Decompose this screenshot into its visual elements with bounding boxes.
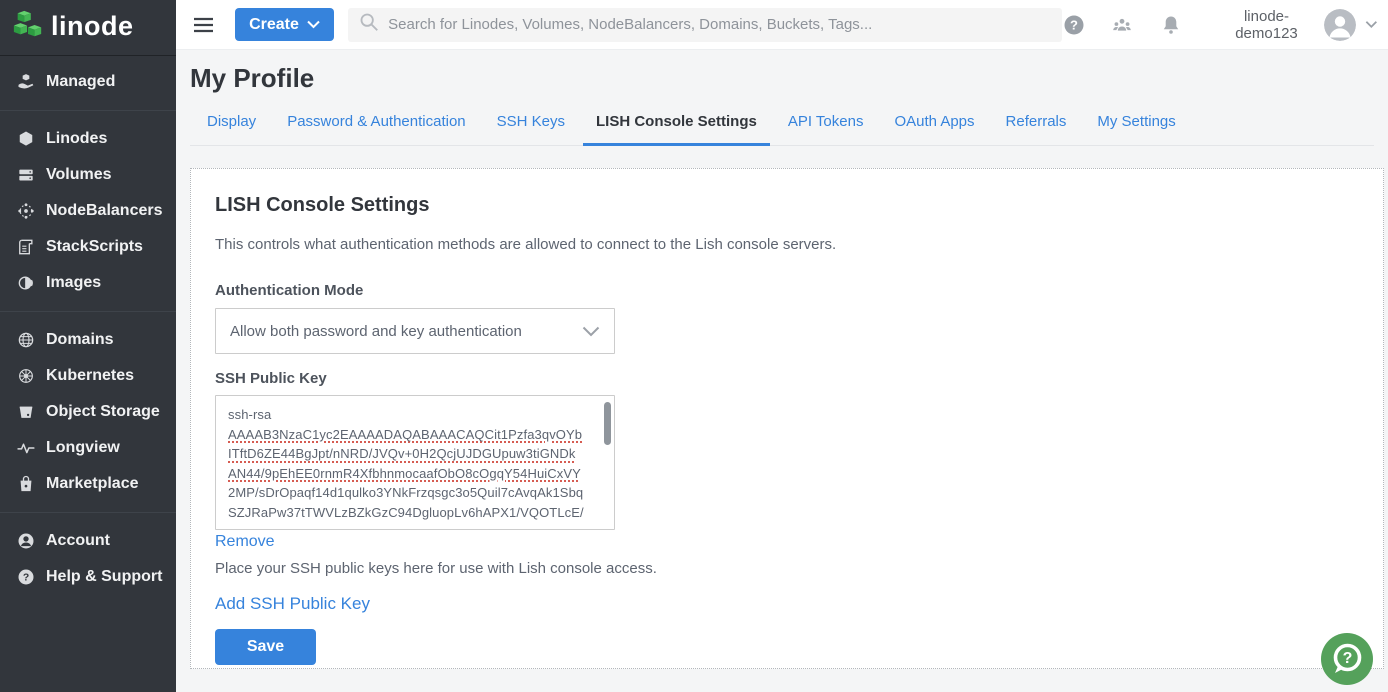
sidebar-item-label: Help & Support — [46, 568, 162, 586]
svg-text:?: ? — [23, 573, 29, 584]
chevron-down-icon — [307, 20, 320, 29]
volumes-icon — [15, 164, 37, 186]
sidebar-item-images[interactable]: Images — [0, 265, 176, 301]
help-fab-button[interactable]: ? — [1320, 632, 1374, 686]
main-content: My Profile Display Password & Authentica… — [176, 50, 1388, 692]
object-storage-bucket-icon — [15, 401, 37, 423]
tab-display[interactable]: Display — [207, 113, 256, 145]
sidebar-item-label: Object Storage — [46, 403, 160, 421]
ssh-key-line: AAAAB3NzaC1yc2EAAAADAQABAAACAQCit1Pzfa3q… — [228, 425, 596, 445]
ssh-key-line: ssh-rsa — [228, 405, 596, 425]
chevron-down-icon — [582, 326, 600, 337]
panel-title: LISH Console Settings — [215, 194, 1359, 217]
lish-settings-panel: LISH Console Settings This controls what… — [190, 168, 1384, 669]
nodebalancers-icon — [15, 200, 37, 222]
sidebar: linode Managed Linodes Volumes NodeB — [0, 0, 176, 692]
tab-oauth-apps[interactable]: OAuth Apps — [894, 113, 974, 145]
user-menu[interactable]: linode-demo123 — [1218, 8, 1378, 42]
tab-bar: Display Password & Authentication SSH Ke… — [190, 113, 1374, 146]
sidebar-item-label: Linodes — [46, 130, 107, 148]
svg-text:?: ? — [1343, 650, 1353, 667]
remove-key-link[interactable]: Remove — [215, 533, 275, 551]
stackscripts-icon — [15, 236, 37, 258]
sidebar-item-label: Account — [46, 532, 110, 550]
managed-icon — [15, 71, 37, 93]
page-title: My Profile — [190, 63, 1388, 93]
avatar — [1324, 9, 1356, 41]
sidebar-item-account[interactable]: Account — [0, 523, 176, 559]
save-button[interactable]: Save — [215, 629, 316, 665]
username-label: linode-demo123 — [1218, 8, 1316, 42]
sidebar-item-linodes[interactable]: Linodes — [0, 121, 176, 157]
sidebar-item-stackscripts[interactable]: StackScripts — [0, 229, 176, 265]
hamburger-menu-icon[interactable] — [190, 11, 217, 39]
tab-lish-console-settings[interactable]: LISH Console Settings — [596, 113, 757, 145]
search-bar — [348, 8, 1062, 42]
create-button[interactable]: Create — [235, 8, 334, 41]
longview-pulse-icon — [15, 437, 37, 459]
ssh-public-key-label: SSH Public Key — [215, 370, 1359, 387]
sidebar-divider — [0, 110, 176, 111]
search-input[interactable] — [388, 16, 1052, 33]
sidebar-item-longview[interactable]: Longview — [0, 430, 176, 466]
authentication-mode-value: Allow both password and key authenticati… — [230, 323, 582, 340]
chevron-down-icon — [1365, 20, 1378, 29]
sidebar-item-label: Managed — [46, 73, 115, 91]
sidebar-item-kubernetes[interactable]: Kubernetes — [0, 358, 176, 394]
sidebar-item-marketplace[interactable]: Marketplace — [0, 466, 176, 502]
tab-ssh-keys[interactable]: SSH Keys — [497, 113, 565, 145]
tab-api-tokens[interactable]: API Tokens — [788, 113, 864, 145]
textarea-scrollbar[interactable] — [604, 402, 611, 445]
sidebar-divider — [0, 512, 176, 513]
marketplace-bag-icon — [15, 473, 37, 495]
ssh-key-line: SZJRaPw37tTWVLzBZkGzC94DgluopLv6hAPX1/VQ… — [228, 503, 596, 523]
domains-globe-icon — [15, 329, 37, 351]
sidebar-item-volumes[interactable]: Volumes — [0, 157, 176, 193]
ssh-key-line: AN44/9pEhEE0rnmR4XfbhnmocaafObO8cOgqY54H… — [228, 464, 596, 484]
account-person-icon — [15, 530, 37, 552]
add-ssh-public-key-link[interactable]: Add SSH Public Key — [215, 594, 370, 614]
authentication-mode-select[interactable]: Allow both password and key authenticati… — [215, 308, 615, 354]
sidebar-item-label: Marketplace — [46, 475, 139, 493]
authentication-mode-label: Authentication Mode — [215, 282, 1359, 299]
tab-my-settings[interactable]: My Settings — [1097, 113, 1175, 145]
sidebar-item-label: Images — [46, 274, 101, 292]
help-icon[interactable]: ? — [1062, 12, 1086, 38]
tab-referrals[interactable]: Referrals — [1006, 113, 1067, 145]
sidebar-divider — [0, 311, 176, 312]
sidebar-item-label: Domains — [46, 331, 114, 349]
images-icon — [15, 272, 37, 294]
linode-logo-icon — [12, 8, 44, 47]
ssh-key-line: ITftD6ZE44BgJpt/nNRD/JVQv+0H2QcjUJDGUpuw… — [228, 444, 596, 464]
ssh-key-helper-text: Place your SSH public keys here for use … — [215, 560, 1359, 577]
search-icon — [358, 11, 380, 38]
top-bar: Create ? linode-demo123 — [176, 0, 1388, 50]
sidebar-item-nodebalancers[interactable]: NodeBalancers — [0, 193, 176, 229]
help-question-icon: ? — [15, 566, 37, 588]
sidebar-item-managed[interactable]: Managed — [0, 64, 176, 100]
logo-wordmark: linode — [51, 11, 134, 42]
kubernetes-wheel-icon — [15, 365, 37, 387]
linode-logo[interactable]: linode — [0, 0, 176, 56]
sidebar-item-help-support[interactable]: ? Help & Support — [0, 559, 176, 595]
ssh-key-line: 2MP/sDrOpaqf14d1qulko3YNkFrzqsgc3o5Quil7… — [228, 483, 596, 503]
tab-password-authentication[interactable]: Password & Authentication — [287, 113, 465, 145]
sidebar-item-label: StackScripts — [46, 238, 143, 256]
create-button-label: Create — [249, 16, 299, 34]
sidebar-item-label: NodeBalancers — [46, 202, 163, 220]
community-icon[interactable] — [1109, 12, 1135, 38]
sidebar-item-label: Kubernetes — [46, 367, 134, 385]
help-chat-icon: ? — [1320, 632, 1374, 686]
notifications-bell-icon[interactable] — [1158, 12, 1182, 38]
ssh-public-key-textarea[interactable]: ssh-rsa AAAAB3NzaC1yc2EAAAADAQABAAACAQCi… — [215, 395, 615, 530]
panel-description: This controls what authentication method… — [215, 236, 1359, 253]
sidebar-item-label: Longview — [46, 439, 120, 457]
svg-text:?: ? — [1070, 17, 1078, 32]
linode-cube-icon — [15, 128, 37, 150]
sidebar-item-label: Volumes — [46, 166, 112, 184]
sidebar-item-object-storage[interactable]: Object Storage — [0, 394, 176, 430]
sidebar-item-domains[interactable]: Domains — [0, 322, 176, 358]
